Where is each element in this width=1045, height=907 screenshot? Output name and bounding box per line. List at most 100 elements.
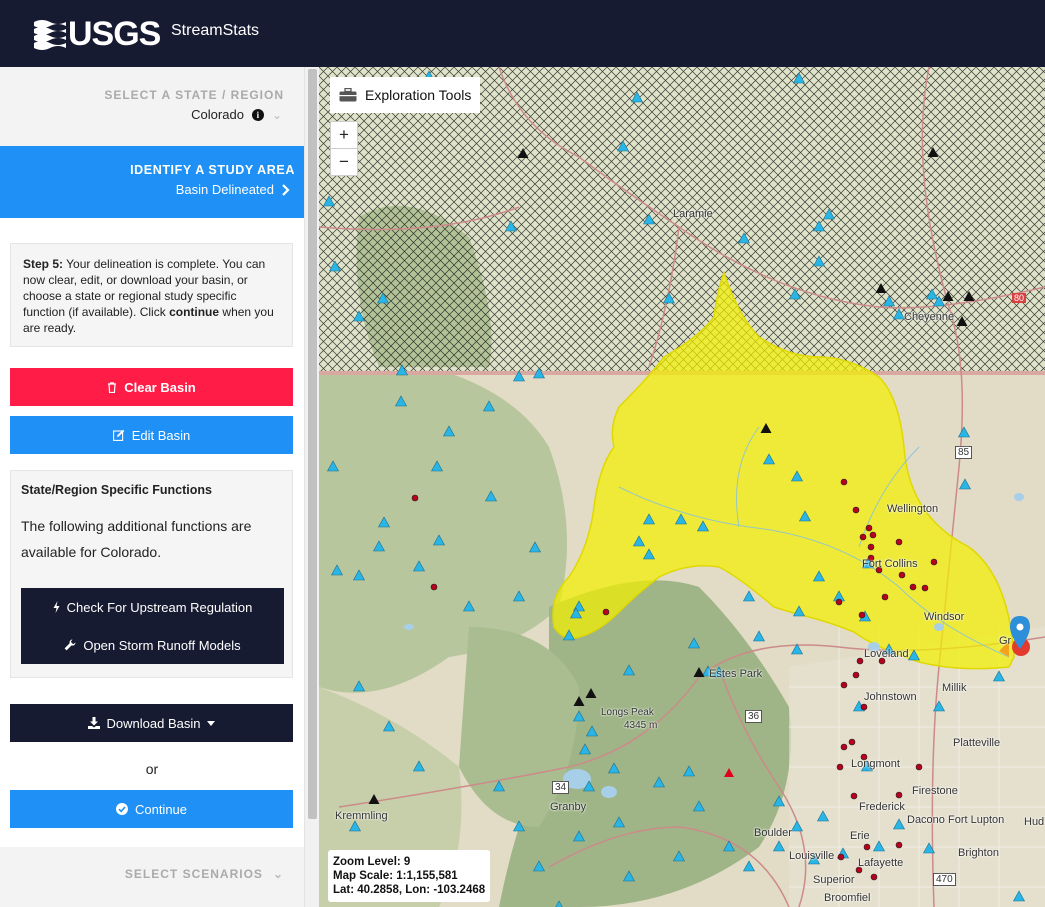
streamgage-icon <box>512 590 526 602</box>
zoom-in-button[interactable]: + <box>331 122 357 149</box>
streamgage-icon <box>812 220 826 232</box>
streamgage-icon <box>722 840 736 852</box>
streamgage-icon <box>652 776 666 788</box>
regulation-site-marker <box>909 583 917 591</box>
regulation-site-marker <box>895 841 903 849</box>
streamgage-icon <box>672 850 686 862</box>
regulation-site-marker <box>840 681 848 689</box>
streamgage-icon <box>330 564 344 576</box>
lat-lon: Lat: 40.2858, Lon: -103.2468 <box>333 884 486 896</box>
continue-label: Continue <box>134 801 188 817</box>
chevron-down-icon[interactable]: ⌄ <box>273 867 284 881</box>
logo-text: USGS <box>68 15 161 53</box>
label-windsor: Windsor <box>924 611 965 623</box>
exploration-tools-button[interactable]: Exploration Tools <box>330 77 480 113</box>
regulation-site-marker <box>859 533 867 541</box>
label-hwy-80: 80 <box>1012 293 1027 303</box>
open-storm-runoff-button[interactable]: Open Storm Runoff Models <box>21 626 284 664</box>
streamgage-icon <box>882 295 896 307</box>
label-superior: Superior <box>813 874 855 886</box>
streamgage-icon <box>504 220 518 232</box>
label-milliken: Millik <box>942 682 967 694</box>
streamgage-icon <box>616 140 630 152</box>
step-instructions: Step 5: Your delineation is complete. Yo… <box>10 243 293 347</box>
edit-basin-button[interactable]: Edit Basin <box>10 416 293 454</box>
state-functions-panel: State/Region Specific Functions The foll… <box>10 470 293 678</box>
label-fort-collins: Fort Collins <box>862 558 918 570</box>
streamgage-icon <box>742 860 756 872</box>
usgs-logo[interactable]: USGS <box>34 15 161 54</box>
scenarios-label: SELECT SCENARIOS <box>124 867 263 881</box>
peak-icon <box>927 147 939 157</box>
label-erie: Erie <box>850 830 870 842</box>
streamgage-icon <box>562 629 576 641</box>
info-icon[interactable]: i <box>251 108 264 121</box>
gage-sites-layer[interactable] <box>319 67 1045 907</box>
streamgage-icon <box>430 460 444 472</box>
streamgage-icon <box>512 820 526 832</box>
streamgage-icon <box>925 288 939 300</box>
streamgage-icon <box>816 810 830 822</box>
step-bold: continue <box>169 305 220 319</box>
download-basin-button[interactable]: Download Basin <box>10 704 293 742</box>
clear-basin-button[interactable]: Clear Basin <box>10 368 293 406</box>
trash-icon <box>108 381 117 393</box>
streamgage-icon <box>482 400 496 412</box>
chevron-right-icon[interactable] <box>282 183 290 196</box>
streamgage-icon <box>532 860 546 872</box>
streamgage-icon <box>872 840 886 852</box>
label-hwy-34: 34 <box>552 781 570 794</box>
scrollbar-thumb[interactable] <box>308 69 317 819</box>
streamgage-icon <box>352 569 366 581</box>
state-section[interactable]: SELECT A STATE / REGION Colorado i ⌄ <box>0 67 304 146</box>
regulation-site-marker <box>865 524 873 532</box>
edit-basin-label: Edit Basin <box>131 427 191 443</box>
chevron-down-icon[interactable]: ⌄ <box>272 108 282 122</box>
storm-runoff-label: Open Storm Runoff Models <box>83 637 241 653</box>
regulation-site-marker <box>860 703 868 711</box>
streamgage-icon <box>792 72 806 84</box>
scenarios-section[interactable]: SELECT SCENARIOS ⌄ <box>0 847 304 907</box>
regulation-site-marker <box>835 598 843 606</box>
peak-icon <box>517 148 529 158</box>
label-platteville: Platteville <box>953 737 1001 749</box>
label-boulder: Boulder <box>754 827 792 839</box>
streamgage-icon <box>957 426 971 438</box>
streamgage-icon <box>687 637 701 649</box>
regulation-site-marker <box>898 571 906 579</box>
check-circle-icon <box>115 803 128 815</box>
study-area-section[interactable]: IDENTIFY A STUDY AREA Basin Delineated <box>0 146 304 218</box>
sidebar-scrollbar[interactable] <box>304 67 320 907</box>
peak-icon <box>760 423 772 433</box>
streamgage-icon <box>788 288 802 300</box>
regulation-site-marker <box>930 558 938 566</box>
label-frederick: Frederick <box>859 801 905 813</box>
map-view[interactable]: Laramie Cheyenne Wellington Fort Collins… <box>319 67 1045 907</box>
label-hwy-470: 470 <box>933 873 956 886</box>
streamgage-icon <box>432 534 446 546</box>
check-upstream-regulation-button[interactable]: Check For Upstream Regulation <box>21 588 284 626</box>
streamgage-icon <box>372 540 386 552</box>
study-area-title: IDENTIFY A STUDY AREA <box>130 163 295 177</box>
usgs-wave-icon <box>34 19 66 50</box>
scenarios-heading: SELECT SCENARIOS ⌄ <box>125 867 284 881</box>
label-dacono: Dacono <box>907 814 945 826</box>
label-hudson: Hud <box>1024 816 1045 828</box>
streamgage-icon <box>622 870 636 882</box>
label-kremmling: Kremmling <box>335 810 388 822</box>
streamgage-icon <box>555 900 563 907</box>
streamgage-icon <box>607 762 621 774</box>
check-upstream-label: Check For Upstream Regulation <box>66 599 253 615</box>
label-hwy-36: 36 <box>745 710 763 723</box>
streamgage-icon <box>612 816 626 828</box>
zoom-out-button[interactable]: − <box>331 149 357 175</box>
continue-button[interactable]: Continue <box>10 790 293 828</box>
streamgage-icon <box>585 725 599 737</box>
app-name[interactable]: StreamStats <box>171 22 259 40</box>
label-johnstown: Johnstown <box>864 691 917 703</box>
label-wellington: Wellington <box>887 503 939 515</box>
label-granby: Granby <box>550 801 587 813</box>
streamgage-icon <box>642 213 656 225</box>
streamgage-icon <box>674 513 688 525</box>
regulation-site-marker <box>852 671 860 679</box>
